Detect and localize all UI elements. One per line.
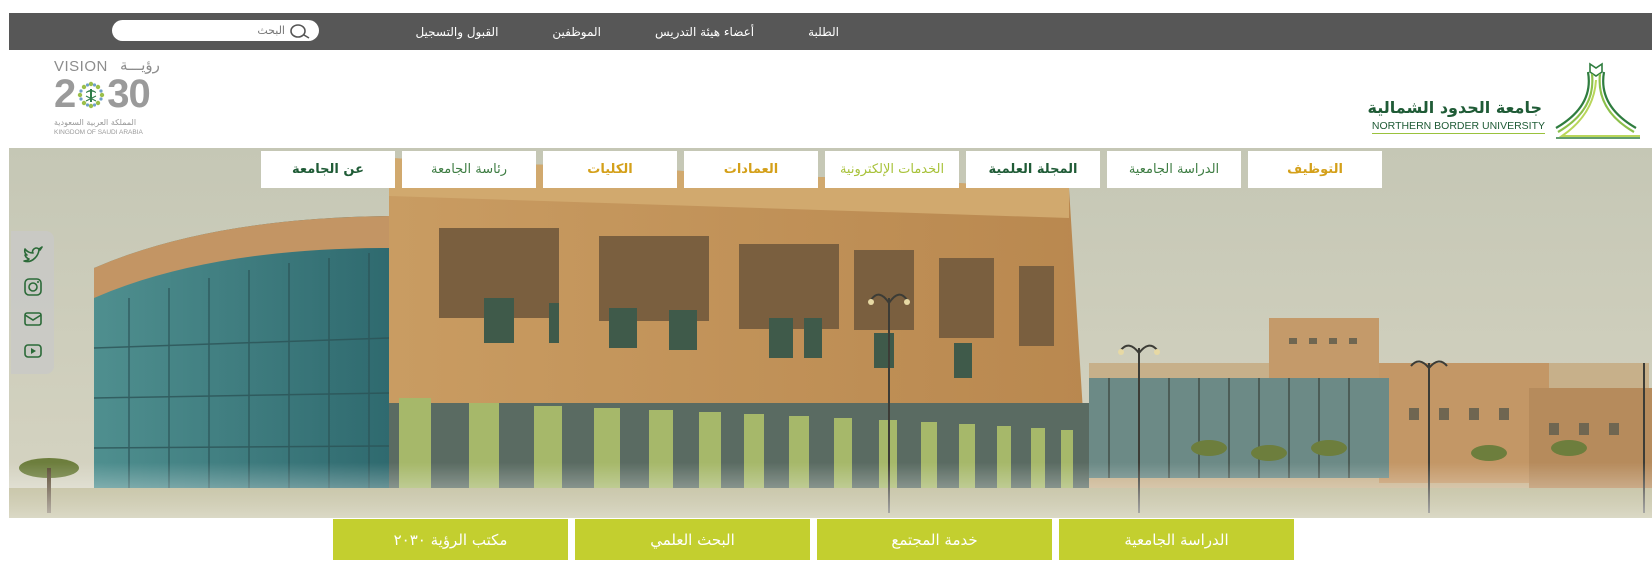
nav-university-study[interactable]: الدراسة الجامعية bbox=[1107, 151, 1241, 188]
university-name-ar: جامعة الحدود الشمالية bbox=[1367, 98, 1543, 117]
mail-icon[interactable] bbox=[22, 308, 44, 330]
instagram-icon[interactable] bbox=[22, 276, 44, 298]
vision-kingdom-en: KINGDOM OF SAUDI ARABIA bbox=[54, 129, 143, 136]
quick-links: مكتب الرؤية ٢٠٣٠ البحث العلمي خدمة المجت… bbox=[333, 519, 1294, 560]
nav-employment[interactable]: التوظيف bbox=[1248, 151, 1382, 188]
nav-deanships[interactable]: العمادات bbox=[684, 151, 818, 188]
top-link-faculty[interactable]: أعضاء هيئة التدريس bbox=[655, 25, 754, 39]
nav-colleges[interactable]: الكليات bbox=[543, 151, 677, 188]
youtube-icon[interactable] bbox=[22, 340, 44, 362]
top-link-admission[interactable]: القبول والتسجيل bbox=[415, 25, 498, 39]
university-emblem-icon bbox=[1550, 58, 1642, 140]
vision-kingdom-ar: المملكة العربية السعودية bbox=[54, 118, 137, 127]
search-input[interactable] bbox=[145, 24, 285, 37]
university-logo[interactable]: جامعة الحدود الشمالية NORTHERN BORDER UN… bbox=[1352, 58, 1652, 140]
saudi-emblem-icon bbox=[76, 77, 106, 109]
top-bar: الطلبة أعضاء هيئة التدريس الموظفين القبو… bbox=[9, 13, 1652, 50]
hero-banner bbox=[9, 148, 1652, 518]
quick-link-community[interactable]: خدمة المجتمع bbox=[817, 519, 1052, 560]
vision-2030-logo[interactable]: VISION رؤيـــة 2 30 المملكة العربية السع… bbox=[54, 56, 174, 140]
vision-year-left: 2 bbox=[54, 72, 76, 116]
page-frame: الطلبة أعضاء هيئة التدريس الموظفين القبو… bbox=[9, 13, 1652, 573]
campus-photo bbox=[9, 148, 1652, 518]
nav-presidency[interactable]: رئاسة الجامعة bbox=[402, 151, 536, 188]
site-header: VISION رؤيـــة 2 30 المملكة العربية السع… bbox=[9, 50, 1652, 148]
social-bar bbox=[11, 231, 54, 374]
search-icon[interactable] bbox=[289, 23, 311, 39]
quick-link-vision-office[interactable]: مكتب الرؤية ٢٠٣٠ bbox=[333, 519, 568, 560]
top-links: الطلبة أعضاء هيئة التدريس الموظفين القبو… bbox=[415, 13, 839, 50]
top-link-staff[interactable]: الموظفين bbox=[552, 25, 601, 39]
nav-journal[interactable]: المجلة العلمية bbox=[966, 151, 1100, 188]
top-link-students[interactable]: الطلبة bbox=[808, 25, 839, 39]
nav-about[interactable]: عن الجامعة bbox=[261, 151, 395, 188]
main-nav: عن الجامعة رئاسة الجامعة الكليات العمادا… bbox=[261, 151, 1382, 188]
quick-link-research[interactable]: البحث العلمي bbox=[575, 519, 810, 560]
quick-link-university-study[interactable]: الدراسة الجامعية bbox=[1059, 519, 1294, 560]
search-box[interactable] bbox=[112, 20, 319, 41]
nav-e-services[interactable]: الخدمات الإلكترونية bbox=[825, 151, 959, 188]
vision-year-right: 30 bbox=[107, 72, 150, 116]
vision-year: 2 30 bbox=[54, 72, 151, 116]
twitter-icon[interactable] bbox=[22, 244, 44, 266]
university-name-en: NORTHERN BORDER UNIVERSITY bbox=[1371, 120, 1545, 134]
